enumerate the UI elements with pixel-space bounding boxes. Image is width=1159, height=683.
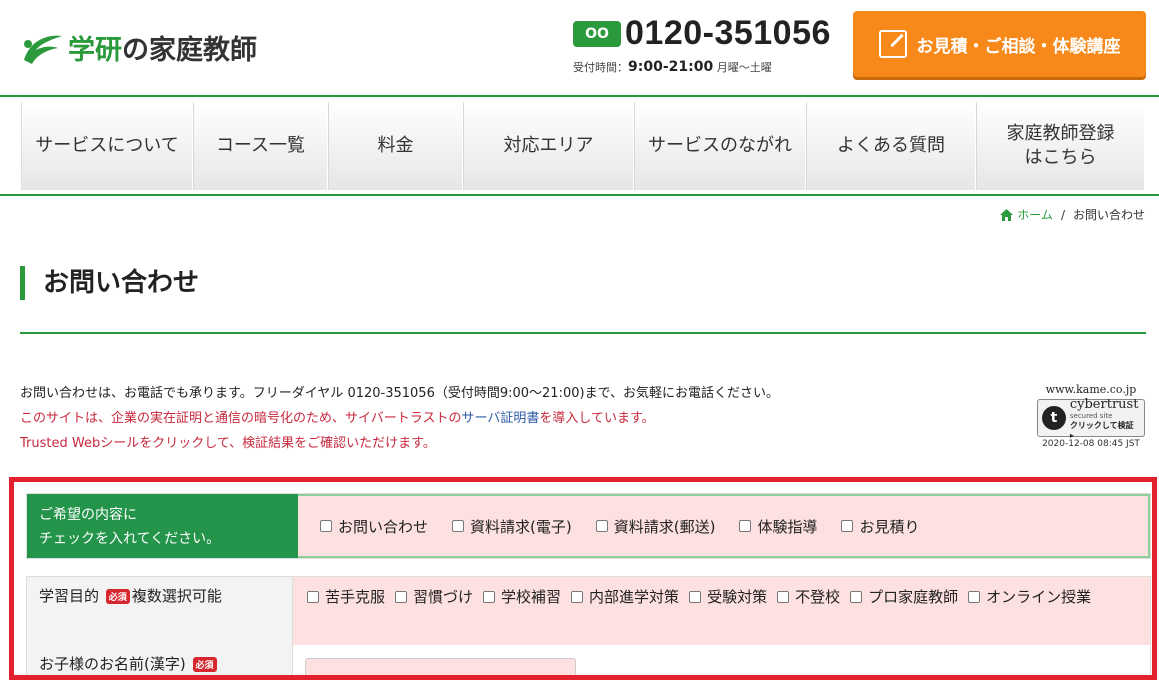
inquiry-type-options: お問い合わせ 資料請求(電子) 資料請求(郵送) 体験指導 お見積り [298,494,1150,558]
cybertrust-logo-icon: t [1042,406,1066,430]
seal-url: www.kame.co.jp [1045,383,1137,396]
seal-date: 2020-12-08 08:45 JST [1042,439,1140,449]
cta-label: お見積・ご相談・体験講座 [916,36,1121,57]
checkbox-inquiry[interactable]: お問い合わせ [320,516,428,537]
checkbox-habit[interactable]: 習慣づけ [395,586,473,607]
form-row-child-name: お子様のお名前(漢字) 必須 [26,645,1151,675]
checkbox-weakness[interactable]: 苦手克服 [307,586,385,607]
nav-item-area[interactable]: 対応エリア [463,102,634,190]
title-divider [20,332,1146,334]
site-logo[interactable]: 学研の家庭教師 [20,28,257,67]
site-header: 学研の家庭教師 OO 0120-351056 受付時間：9:00-21:00 月… [0,0,1159,95]
inquiry-form: ご希望の内容に チェックを入れてください。 お問い合わせ 資料請求(電子) 資料… [9,477,1157,680]
checkbox-doc-mail[interactable]: 資料請求(郵送) [595,516,715,537]
nav-item-tutor-register[interactable]: 家庭教師登録 はこちら [976,102,1145,190]
intro-line-seal: Trusted Webシールをクリックして、検証結果をご確認いただけます。 [20,436,436,451]
checkbox-internal-exam[interactable]: 内部進学対策 [571,586,679,607]
estimate-consult-button[interactable]: お見積・ご相談・体験講座 [853,11,1146,77]
nav-item-faq[interactable]: よくある質問 [806,102,976,190]
checkbox-icon[interactable] [777,590,790,603]
checkbox-icon[interactable] [850,590,863,603]
study-purpose-label: 学習目的 必須 複数選択可能 [27,577,293,645]
checkbox-icon[interactable] [689,590,702,603]
page-title: お問い合わせ [20,266,199,300]
seal-sub: secured site [1069,411,1113,420]
breadcrumb-home-link[interactable]: ホーム [1017,206,1053,223]
seal-brand: cybertrust [1069,396,1139,412]
checkbox-icon[interactable] [841,520,854,532]
breadcrumb: ホーム / お問い合わせ [1000,206,1145,223]
breadcrumb-separator: / [1060,207,1065,222]
nav-item-service[interactable]: サービスについて [21,102,193,190]
edit-icon [878,30,907,58]
checkbox-icon[interactable] [739,520,752,532]
phone-number[interactable]: 0120-351056 [625,14,831,53]
intro-text: お問い合わせは、お電話でも承ります。フリーダイヤル 0120-351056（受付… [20,381,779,456]
checkbox-icon[interactable] [452,520,465,532]
nav-item-price[interactable]: 料金 [328,102,463,190]
home-icon [1000,208,1014,221]
intro-line-phone: お問い合わせは、お電話でも承ります。フリーダイヤル 0120-351056（受付… [20,386,780,401]
required-badge: 必須 [105,589,130,604]
phone-contact: OO 0120-351056 受付時間：9:00-21:00 月曜～土曜 [573,14,831,75]
form-row-study-purpose: 学習目的 必須 複数選択可能 苦手克服 習慣づけ 学校補習 内部進学対策 受験対策… [26,576,1151,646]
freedial-icon: OO [573,20,621,47]
checkbox-entrance-exam[interactable]: 受験対策 [689,586,767,607]
checkbox-truancy[interactable]: 不登校 [777,586,840,607]
checkbox-doc-electronic[interactable]: 資料請求(電子) [452,516,572,537]
checkbox-online[interactable]: オンライン授業 [968,586,1091,607]
nav-item-flow[interactable]: サービスのながれ [634,102,806,190]
seal-badge: t cybertrust secured site クリックして検証 ▸ [1037,396,1145,440]
seal-click-label: クリックして検証 ▸ [1069,420,1134,440]
checkbox-icon[interactable] [571,590,584,603]
business-hours: 受付時間：9:00-21:00 月曜～土曜 [573,59,772,75]
child-name-field-wrap [293,645,1150,675]
logo-text: 学研の家庭教師 [68,35,257,66]
required-badge: 必須 [192,657,217,672]
intro-line-ssl: このサイトは、企業の実在証明と通信の暗号化のため、サイバートラストのサーバ証明書… [20,411,655,426]
checkbox-school-support[interactable]: 学校補習 [483,586,561,607]
checkbox-icon[interactable] [483,590,496,603]
form-row-inquiry-type: ご希望の内容に チェックを入れてください。 お問い合わせ 資料請求(電子) 資料… [26,493,1151,559]
gakken-logo-icon [20,30,64,66]
checkbox-trial[interactable]: 体験指導 [739,516,817,537]
breadcrumb-current: お問い合わせ [1072,208,1145,222]
nav-item-courses[interactable]: コース一覧 [193,102,328,190]
checkbox-pro-tutor[interactable]: プロ家庭教師 [850,586,958,607]
checkbox-estimate[interactable]: お見積り [841,516,919,537]
global-nav: サービスについて コース一覧 料金 対応エリア サービスのながれ よくある質問 … [0,95,1159,196]
checkbox-icon[interactable] [968,590,981,603]
cybertrust-seal[interactable]: www.kame.co.jp t cybertrust secured site… [1035,383,1147,457]
child-name-label: お子様のお名前(漢字) 必須 [27,645,293,675]
child-name-kanji-input[interactable] [305,657,576,675]
inquiry-type-label: ご希望の内容に チェックを入れてください。 [27,494,298,558]
study-purpose-options: 苦手克服 習慣づけ 学校補習 内部進学対策 受験対策 不登校 プロ家庭教師 オン… [293,577,1150,645]
server-cert-link[interactable]: サーバ証明書 [461,411,539,426]
checkbox-icon[interactable] [395,590,408,603]
checkbox-icon[interactable] [320,520,332,532]
checkbox-icon[interactable] [595,520,608,532]
checkbox-icon[interactable] [307,590,319,603]
